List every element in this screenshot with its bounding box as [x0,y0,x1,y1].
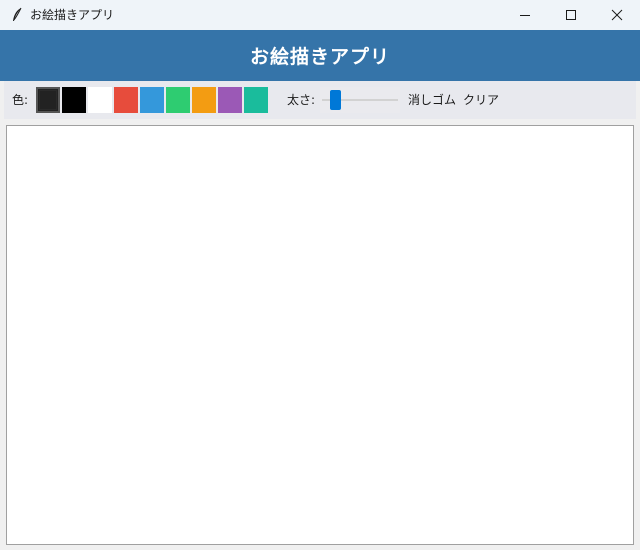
color-swatch[interactable] [192,87,216,113]
size-slider[interactable] [320,87,400,113]
clear-button[interactable]: クリア [463,92,499,108]
color-swatch[interactable] [166,87,190,113]
page-title: お絵描きアプリ [249,46,390,68]
slider-thumb[interactable] [330,90,341,110]
color-swatch[interactable] [244,87,268,113]
maximize-button[interactable] [548,0,594,30]
color-swatch[interactable] [218,87,242,113]
color-swatch[interactable] [62,87,86,113]
close-button[interactable] [594,0,640,30]
eraser-button[interactable]: 消しゴム [408,92,456,108]
app-header: お絵描きアプリ [0,30,640,81]
minimize-icon [520,15,530,16]
color-swatch[interactable] [36,87,60,113]
minimize-button[interactable] [502,0,548,30]
app-window: お絵描きアプリ お絵描きアプリ 色: 太さ: 消しゴム クリア [0,0,640,550]
maximize-icon [566,10,576,20]
color-label: 色: [12,93,29,107]
close-icon [611,9,623,21]
color-swatch[interactable] [140,87,164,113]
color-swatch[interactable] [88,87,112,113]
toolbar: 色: 太さ: 消しゴム クリア [4,81,636,119]
window-title: お絵描きアプリ [30,8,115,22]
title-bar: お絵描きアプリ [0,0,640,30]
drawing-canvas[interactable] [6,125,634,545]
color-swatch[interactable] [114,87,138,113]
size-label: 太さ: [287,93,316,107]
feather-icon [13,7,22,21]
